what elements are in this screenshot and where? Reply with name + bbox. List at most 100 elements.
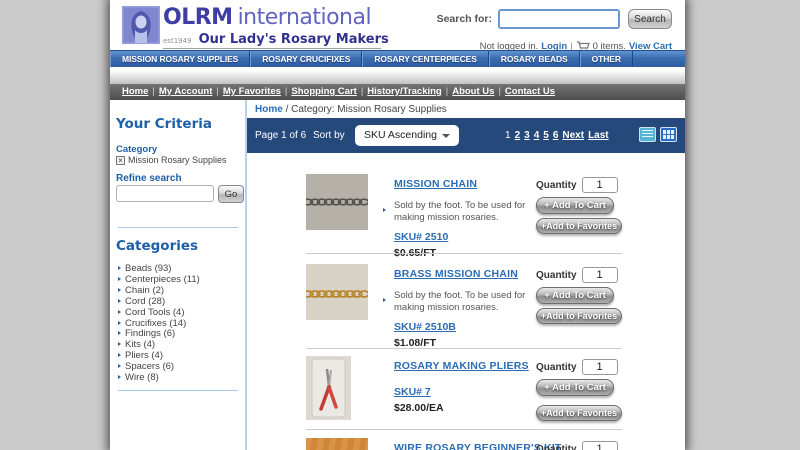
add-to-favorites-button[interactable]: +Add to Favorites	[536, 405, 622, 421]
product-title-link[interactable]: ROSARY MAKING PLIERS	[394, 360, 529, 372]
sidebar: Your Criteria Category × Mission Rosary …	[110, 100, 245, 450]
arrow-icon	[118, 342, 121, 347]
product-price: $28.00/EA	[394, 402, 444, 414]
logo-text: OLRM international est1949 Our Lady's Ros…	[163, 5, 389, 49]
separator: |	[498, 86, 501, 97]
arrow-icon	[118, 287, 121, 292]
add-to-favorites-button[interactable]: +Add to Favorites	[536, 218, 622, 234]
product-image-mission-chain[interactable]	[306, 174, 368, 230]
divider	[118, 227, 238, 228]
product-description: Sold by the foot. To be used for making …	[383, 290, 544, 314]
util-my-favorites[interactable]: My Favorites	[223, 86, 281, 97]
util-my-account[interactable]: My Account	[159, 86, 212, 97]
quantity-input[interactable]	[581, 359, 618, 375]
page-2-link[interactable]: 2	[515, 130, 521, 141]
results-toolbar: Page 1 of 6 Sort by SKU Ascending 123456…	[247, 118, 685, 153]
madonna-logo-icon	[122, 6, 160, 44]
header-search: Search for: Search	[437, 9, 672, 29]
quantity-input[interactable]	[581, 441, 618, 450]
util-shopping-cart[interactable]: Shopping Cart	[291, 86, 356, 97]
quantity-input[interactable]	[581, 267, 618, 283]
arrow-icon	[118, 309, 121, 314]
criteria-title: Your Criteria	[116, 116, 212, 132]
page-info: Page 1 of 6	[255, 130, 307, 141]
main-nav: MISSION ROSARY SUPPLIES ROSARY CRUCIFIXE…	[110, 50, 685, 67]
list-view-icon[interactable]	[639, 127, 656, 142]
add-to-favorites-button[interactable]: +Add to Favorites	[536, 308, 622, 324]
add-to-cart-button[interactable]: + Add To Cart	[536, 379, 614, 396]
arrow-icon	[118, 298, 121, 303]
sort-by-label: Sort by	[313, 130, 345, 141]
search-input[interactable]	[498, 9, 620, 29]
row-separator	[306, 348, 622, 349]
product-image-rosary-making-pliers[interactable]	[306, 356, 351, 420]
search-button[interactable]: Search	[628, 9, 672, 29]
grid-view-icon[interactable]	[660, 127, 677, 142]
active-filter[interactable]: × Mission Rosary Supplies	[116, 155, 227, 165]
arrow-icon	[118, 364, 121, 369]
row-separator	[306, 429, 622, 430]
nav-other[interactable]: OTHER	[579, 51, 633, 67]
chevron-down-icon	[442, 134, 450, 138]
refine-search-input[interactable]	[116, 185, 214, 202]
page-4-link[interactable]: 4	[534, 130, 540, 141]
util-history-tracking[interactable]: History/Tracking	[367, 86, 441, 97]
page-next-link[interactable]: Next	[562, 130, 584, 141]
product-title-link[interactable]: BRASS MISSION CHAIN	[394, 268, 518, 280]
page-6-link[interactable]: 6	[553, 130, 559, 141]
product-title-link[interactable]: MISSION CHAIN	[394, 178, 477, 190]
quantity-label: Quantity	[536, 269, 577, 281]
refine-search-label: Refine search	[116, 173, 182, 184]
category-list: Beads (93) Centerpieces (11) Chain (2) C…	[118, 263, 200, 384]
breadcrumb: Home / Category: Mission Rosary Supplies	[247, 100, 685, 115]
main-content: Home / Category: Mission Rosary Supplies…	[247, 100, 685, 450]
separator: |	[216, 86, 219, 97]
sort-select[interactable]: SKU Ascending	[355, 125, 459, 146]
nav-mission-rosary-supplies[interactable]: MISSION ROSARY SUPPLIES	[110, 51, 251, 67]
page-3-link[interactable]: 3	[524, 130, 530, 141]
util-contact-us[interactable]: Contact Us	[505, 86, 555, 97]
separator: |	[284, 86, 288, 97]
gradient-band	[110, 67, 685, 84]
separator: |	[152, 86, 155, 97]
brand-name: OLRM	[163, 5, 233, 30]
arrow-icon	[118, 320, 121, 325]
site-logo[interactable]: OLRM international est1949 Our Lady's Ros…	[122, 5, 389, 49]
breadcrumb-home-link[interactable]: Home	[255, 104, 283, 115]
nav-rosary-beads[interactable]: ROSARY BEADS	[488, 51, 580, 67]
nav-rosary-centerpieces[interactable]: ROSARY CENTERPIECES	[362, 51, 489, 67]
separator: |	[360, 86, 364, 97]
search-label: Search for:	[436, 13, 492, 25]
category-label: Category	[116, 144, 158, 155]
add-to-cart-button[interactable]: + Add To Cart	[536, 287, 614, 304]
nav-rosary-crucifixes[interactable]: ROSARY CRUCIFIXES	[250, 51, 363, 67]
categories-title: Categories	[116, 238, 199, 254]
arrow-icon	[118, 266, 121, 270]
utility-nav: Home | My Account | My Favorites | Shopping Ca…	[110, 84, 685, 100]
page-5-link[interactable]: 5	[543, 130, 549, 141]
product-sku-link[interactable]: SKU# 2510	[394, 231, 448, 243]
remove-filter-icon[interactable]: ×	[116, 155, 125, 165]
quantity-label: Quantity	[536, 443, 577, 450]
util-home[interactable]: Home	[122, 86, 148, 97]
add-to-cart-button[interactable]: + Add To Cart	[536, 197, 614, 214]
product-image-brass-mission-chain[interactable]	[306, 264, 368, 320]
bullet-arrow-icon	[383, 298, 386, 302]
page-last-link[interactable]: Last	[588, 130, 609, 141]
util-about-us[interactable]: About Us	[452, 86, 494, 97]
arrow-icon	[118, 375, 121, 380]
category-wire[interactable]: Wire (8)	[118, 372, 200, 384]
go-button[interactable]: Go	[218, 185, 244, 203]
site-page: OLRM international est1949 Our Lady's Ros…	[110, 0, 685, 450]
breadcrumb-path: / Category: Mission Rosary Supplies	[285, 104, 447, 115]
established-year: est1949	[163, 37, 192, 45]
arrow-icon	[118, 276, 121, 281]
product-sku-link[interactable]: SKU# 2510B	[394, 321, 456, 333]
product-image-wire-rosary-beginners-kit[interactable]	[306, 438, 368, 450]
product-sku-link[interactable]: SKU# 7	[394, 386, 431, 398]
quantity-label: Quantity	[536, 179, 577, 191]
arrow-icon	[118, 331, 121, 336]
arrow-icon	[118, 353, 121, 358]
quantity-input[interactable]	[581, 177, 618, 193]
brand-suffix: international	[237, 5, 372, 30]
